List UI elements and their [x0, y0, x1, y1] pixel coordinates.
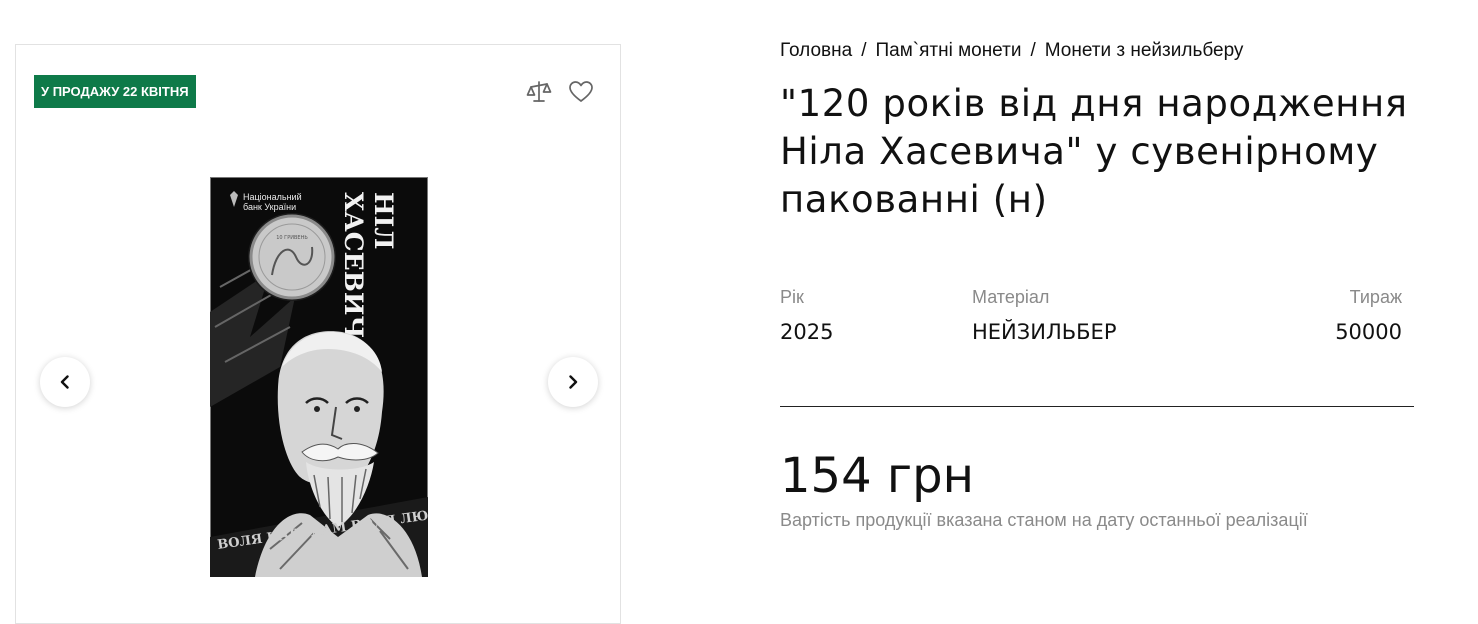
breadcrumb-separator: /: [861, 40, 867, 61]
breadcrumb-separator: /: [1030, 40, 1036, 61]
pack-name-line2: ХАСЕВИЧ: [339, 192, 368, 338]
spec-material-label: Матеріал: [972, 287, 1050, 307]
breadcrumb-home[interactable]: Головна: [780, 40, 852, 61]
product-title: "120 років від дня народження Ніла Хасев…: [780, 82, 1408, 221]
price-note: Вартість продукції вказана станом на дат…: [780, 510, 1308, 530]
scales-icon[interactable]: [525, 78, 553, 106]
chevron-left-icon: [60, 375, 69, 389]
chevron-right-icon: [569, 375, 578, 389]
breadcrumb-nickel-silver-coins[interactable]: Монети з нейзильберу: [1045, 40, 1244, 61]
pack-name-line1: НІЛ: [369, 192, 398, 249]
spec-mintage-value: 50000: [1335, 320, 1402, 344]
product-image[interactable]: Національний банк України 10 ГРИВЕНЬ НІЛ…: [210, 177, 428, 577]
gallery-prev-button[interactable]: [40, 357, 90, 407]
spec-year-value: 2025: [780, 320, 834, 344]
sale-date-badge: У ПРОДАЖУ 22 КВІТНЯ: [34, 75, 196, 108]
spec-material-value: НЕЙЗИЛЬБЕР: [972, 320, 1117, 344]
bank-name-line1: Національний: [243, 192, 302, 202]
heart-icon[interactable]: [567, 78, 595, 106]
divider: [780, 406, 1414, 407]
product-gallery: У ПРОДАЖУ 22 КВІТНЯ Національний банк Ук…: [15, 44, 621, 624]
breadcrumb-commemorative-coins[interactable]: Пам`ятні монети: [875, 40, 1021, 61]
spec-year-label: Рік: [780, 287, 804, 307]
coin-image: [249, 214, 335, 300]
gallery-next-button[interactable]: [548, 357, 598, 407]
breadcrumb: Головна / Пам`ятні монети / Монети з нейзиль…: [780, 40, 1243, 62]
svg-text:10 ГРИВЕНЬ: 10 ГРИВЕНЬ: [276, 235, 308, 241]
spec-mintage-label: Тираж: [1349, 287, 1402, 307]
bank-name-line2: банк України: [243, 202, 296, 212]
price: 154 грн: [780, 448, 974, 504]
